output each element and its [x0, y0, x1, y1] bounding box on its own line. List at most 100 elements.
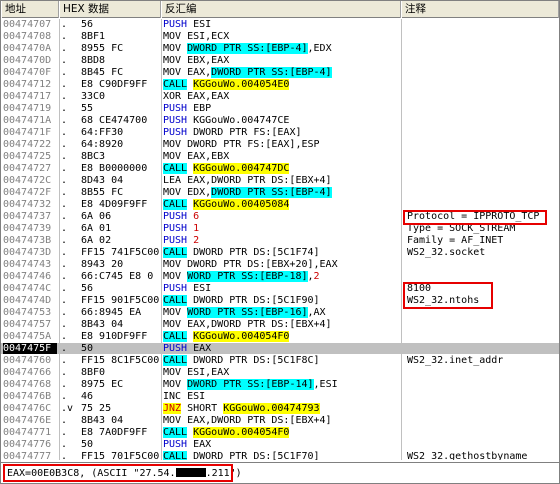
row-comment: [407, 103, 557, 114]
code-row[interactable]: 00474725. 8BC3 MOV EAX,EBX: [1, 151, 559, 162]
row-disasm: PUSH 2: [163, 235, 200, 246]
code-row[interactable]: 0047472C. 8D43 04 LEA EAX,DWORD PTR DS:[EB…: [1, 175, 559, 186]
row-disasm: CALL DWORD PTR DS:[5C1F8C]: [163, 355, 320, 366]
row-hex: 6A 01: [81, 223, 112, 234]
row-disasm: MOV EAX,DWORD PTR SS:[EBP-4]: [163, 67, 332, 78]
code-row[interactable]: 0047470D. 8BD8 MOV EBX,EAX: [1, 55, 559, 66]
row-marker: .: [61, 175, 68, 186]
row-address: 00474717: [3, 91, 52, 102]
code-row[interactable]: 0047472F. 8B55 FC MOV EDX,DWORD PTR SS:[EB…: [1, 187, 559, 198]
row-hex: 75 25: [81, 403, 112, 414]
row-marker: .: [61, 79, 68, 90]
row-address: 0047470D: [3, 55, 52, 66]
row-comment: [407, 403, 557, 414]
protocol-annotation-box: [403, 210, 547, 225]
row-hex: 8D43 04: [81, 175, 124, 186]
code-row[interactable]: 0047476E. 8B43 04 MOV EAX,DWORD PTR DS:[EB…: [1, 415, 559, 426]
row-hex: 8B45 FC: [81, 67, 124, 78]
code-row[interactable]: 0047470F. 8B45 FC MOV EAX,DWORD PTR SS:[EB…: [1, 67, 559, 78]
row-address: 00474722: [3, 139, 52, 150]
row-comment: [407, 127, 557, 138]
header-address[interactable]: 地址: [1, 1, 59, 18]
row-marker: .: [61, 379, 68, 390]
code-row[interactable]: 0047471A. 68 CE474700 PUSH KGGouWo.004747C…: [1, 115, 559, 126]
header-disasm[interactable]: 反汇编: [161, 1, 401, 18]
code-row[interactable]: 0047473D. FF15 741F5C00 CALL DWORD PTR DS:…: [1, 247, 559, 258]
row-address: 0047472C: [3, 175, 52, 186]
row-disasm: MOV EAX,EBX: [163, 151, 230, 162]
row-comment: [407, 439, 557, 450]
code-row[interactable]: 00474760. FF15 8C1F5C00 CALL DWORD PTR DS:…: [1, 355, 559, 366]
row-comment: [407, 427, 557, 438]
code-row[interactable]: 00474732. E8 4D09F9FF CALL KGGouWo.0040508…: [1, 199, 559, 210]
row-disasm: CALL DWORD PTR DS:[5C1F74]: [163, 247, 320, 258]
row-disasm: CALL KGGouWo.004747DC: [163, 163, 290, 174]
row-marker: .: [61, 127, 68, 138]
row-disasm: CALL KGGouWo.004054F0: [163, 427, 290, 438]
code-row[interactable]: 00474766. 8BF0 MOV ESI,EAX: [1, 367, 559, 378]
row-marker: .v: [61, 403, 74, 414]
row-marker: .: [61, 271, 68, 282]
row-hex: FF15 701F5C00: [81, 451, 159, 460]
code-row[interactable]: 00474727. E8 B0000000 CALL KGGouWo.004747D…: [1, 163, 559, 174]
code-row[interactable]: 0047475F. 50 PUSH EAX: [1, 343, 559, 354]
row-comment: [407, 67, 557, 78]
row-address: 00474707: [3, 19, 52, 30]
code-row[interactable]: 00474722. 64:8920 MOV DWORD PTR FS:[EAX],E…: [1, 139, 559, 150]
code-row[interactable]: 0047471F. 64:FF30 PUSH DWORD PTR FS:[EAX]: [1, 127, 559, 138]
header-hex[interactable]: HEX 数据: [59, 1, 161, 18]
code-row[interactable]: 00474746. 66:C745 E8 0 MOV WORD PTR SS:[EB…: [1, 271, 559, 282]
code-row[interactable]: 0047476C .v 75 25 JNZ SHORT KGGouWo.0047479…: [1, 403, 559, 414]
code-row[interactable]: 00474757. 8B43 04 MOV EAX,DWORD PTR DS:[EB…: [1, 319, 559, 330]
row-marker: .: [61, 115, 68, 126]
row-comment: [407, 271, 557, 282]
code-row[interactable]: 00474708. 8BF1 MOV ESI,ECX: [1, 31, 559, 42]
row-address: 0047473D: [3, 247, 52, 258]
code-row[interactable]: 00474771. E8 7A0DF9FF CALL KGGouWo.004054F…: [1, 427, 559, 438]
disassembly-window: 地址 HEX 数据 反汇编 注释 00474707. 56 PUSH ESI 0047…: [0, 0, 560, 484]
row-address: 0047476B: [3, 391, 52, 402]
code-row[interactable]: 0047473B. 6A 02 PUSH 2 Family = AF_INET: [1, 235, 559, 246]
row-hex: 8B55 FC: [81, 187, 124, 198]
row-hex: 56: [81, 283, 94, 294]
row-address: 0047474C: [3, 283, 52, 294]
row-hex: 66:8945 EA: [81, 307, 142, 318]
code-row[interactable]: 00474717. 33C0 XOR EAX,EAX: [1, 91, 559, 102]
row-address: 00474757: [3, 319, 52, 330]
row-comment: [407, 319, 557, 330]
row-disasm: PUSH EAX: [163, 439, 212, 450]
code-row[interactable]: 00474712. E8 C90DF9FF CALL KGGouWo.004054E…: [1, 79, 559, 90]
row-comment: [407, 175, 557, 186]
row-disasm: MOV DWORD PTR DS:[EBX+20],EAX: [163, 259, 338, 270]
row-address: 0047475F: [3, 343, 57, 354]
code-row[interactable]: 00474768. 8975 EC MOV DWORD PTR SS:[EBP-14…: [1, 379, 559, 390]
row-hex: 68 CE474700: [81, 115, 148, 126]
row-disasm: MOV DWORD PTR SS:[EBP-14],ESI: [163, 379, 338, 390]
code-row[interactable]: 00474777. FF15 701F5C00 CALL DWORD PTR DS:…: [1, 451, 559, 460]
code-rows[interactable]: 00474707. 56 PUSH ESI 00474708. 8BF1 MOV ESI,…: [1, 19, 559, 460]
row-comment: [407, 391, 557, 402]
code-row[interactable]: 0047476B. 46 INC ESI: [1, 391, 559, 402]
code-row[interactable]: 00474743. 8943 20 MOV DWORD PTR DS:[EBX+20…: [1, 259, 559, 270]
row-disasm: LEA EAX,DWORD PTR DS:[EBX+4]: [163, 175, 332, 186]
row-address: 0047476E: [3, 415, 52, 426]
code-row[interactable]: 00474719. 55 PUSH EBP: [1, 103, 559, 114]
code-row[interactable]: 00474776. 50 PUSH EAX: [1, 439, 559, 450]
row-address: 00474760: [3, 355, 52, 366]
row-hex: 8B43 04: [81, 319, 124, 330]
row-disasm: PUSH 6: [163, 211, 200, 222]
row-hex: 6A 02: [81, 235, 112, 246]
header-comment[interactable]: 注释: [401, 1, 559, 18]
row-hex: 56: [81, 19, 94, 30]
row-hex: 64:FF30: [81, 127, 124, 138]
row-marker: .: [61, 235, 68, 246]
row-comment: [407, 187, 557, 198]
row-marker: .: [61, 91, 68, 102]
code-row[interactable]: 00474707. 56 PUSH ESI: [1, 19, 559, 30]
row-address: 00474771: [3, 427, 52, 438]
row-marker: .: [61, 367, 68, 378]
code-row[interactable]: 0047470A. 8955 FC MOV DWORD PTR SS:[EBP-4]…: [1, 43, 559, 54]
row-hex: E8 C90DF9FF: [81, 79, 148, 90]
row-address: 00474777: [3, 451, 52, 460]
code-row[interactable]: 0047475A. E8 910DF9FF CALL KGGouWo.004054F…: [1, 331, 559, 342]
